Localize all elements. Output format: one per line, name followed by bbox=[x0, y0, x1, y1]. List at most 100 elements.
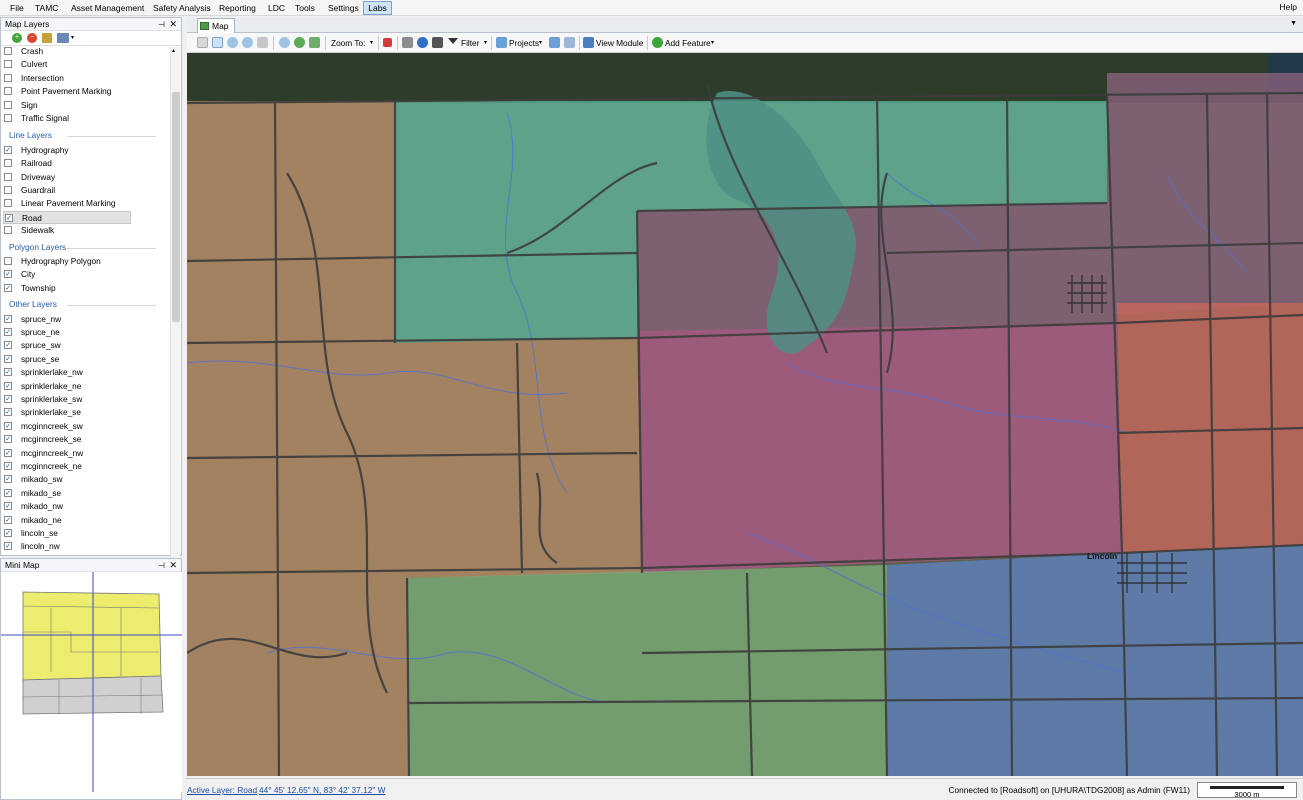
menu-settings[interactable]: Settings bbox=[326, 2, 361, 14]
layer-item-mcginncreek-ne[interactable]: ✓ mcginncreek_ne bbox=[3, 460, 131, 473]
menu-labs[interactable]: Labs bbox=[363, 1, 392, 15]
layer-item-point-pavement-marking[interactable]: Point Pavement Marking bbox=[3, 85, 131, 98]
grid-view-icon[interactable] bbox=[564, 37, 575, 48]
clear-selection-icon[interactable] bbox=[383, 38, 392, 47]
chevron-down-icon[interactable]: ▾ bbox=[711, 37, 714, 49]
layer-item-hydrography[interactable]: ✓ Hydrography bbox=[3, 144, 131, 157]
globe-icon[interactable] bbox=[294, 37, 305, 48]
layer-item-linear-pavement-marking[interactable]: Linear Pavement Marking bbox=[3, 197, 131, 210]
close-icon[interactable]: ✕ bbox=[169, 559, 177, 572]
layer-checkbox[interactable]: ✓ bbox=[4, 448, 12, 457]
layer-checkbox[interactable] bbox=[4, 199, 12, 208]
chevron-down-icon[interactable]: ▼ bbox=[1290, 20, 1297, 27]
refresh-map-icon[interactable] bbox=[309, 37, 320, 48]
pan-hand-icon[interactable] bbox=[212, 37, 223, 48]
layer-checkbox[interactable] bbox=[4, 186, 12, 194]
polygon-layers-group[interactable]: Polygon Layers bbox=[9, 241, 164, 254]
pin-icon[interactable]: ⊣ bbox=[158, 559, 165, 572]
layer-checkbox[interactable]: ✓ bbox=[4, 488, 12, 497]
layer-item-lincoln-nw[interactable]: ✓ lincoln_nw bbox=[3, 540, 131, 553]
filter-icon[interactable] bbox=[448, 38, 458, 44]
layer-view-icon[interactable] bbox=[57, 33, 69, 43]
layer-checkbox[interactable] bbox=[4, 172, 12, 181]
other-layers-group[interactable]: Other Layers bbox=[9, 298, 164, 311]
view-module-button[interactable]: View Module bbox=[596, 37, 643, 49]
layer-checkbox[interactable] bbox=[4, 60, 12, 69]
menu-tamc[interactable]: TAMC bbox=[33, 2, 60, 14]
layer-checkbox[interactable] bbox=[4, 226, 12, 235]
view-module-icon[interactable] bbox=[583, 37, 594, 48]
layer-checkbox[interactable]: ✓ bbox=[4, 542, 12, 551]
layer-item-spruce-ne[interactable]: ✓ spruce_ne bbox=[3, 326, 131, 339]
projects-icon[interactable] bbox=[496, 37, 507, 48]
menu-reporting[interactable]: Reporting bbox=[217, 2, 258, 14]
layer-item-intersection[interactable]: Intersection bbox=[3, 72, 131, 85]
layer-checkbox[interactable]: ✓ bbox=[4, 408, 12, 417]
print-icon[interactable] bbox=[402, 37, 413, 48]
layer-item-sprinklerlake-sw[interactable]: ✓ sprinklerlake_sw bbox=[3, 393, 131, 406]
zoom-out-icon[interactable] bbox=[242, 37, 253, 48]
layer-item-spruce-sw[interactable]: ✓ spruce_sw bbox=[3, 339, 131, 352]
layer-checkbox[interactable]: ✓ bbox=[4, 421, 12, 430]
layer-checkbox[interactable]: ✓ bbox=[4, 395, 12, 403]
remove-layer-icon[interactable]: − bbox=[27, 33, 37, 43]
chevron-down-icon[interactable]: ▾ bbox=[71, 34, 74, 41]
layer-item-driveway[interactable]: Driveway bbox=[3, 171, 131, 184]
layer-item-township[interactable]: ✓ Township bbox=[3, 282, 131, 295]
scroll-up-icon[interactable]: ▴ bbox=[172, 47, 175, 54]
layer-checkbox[interactable]: ✓ bbox=[4, 381, 12, 390]
zoom-to-dropdown[interactable]: Zoom To: bbox=[331, 37, 365, 49]
layer-item-road[interactable]: ✓ Road bbox=[3, 210, 131, 224]
pin-icon[interactable]: ⊣ bbox=[158, 18, 165, 31]
menu-file[interactable]: File bbox=[8, 2, 26, 14]
scroll-thumb[interactable] bbox=[172, 92, 180, 322]
layer-checkbox[interactable]: ✓ bbox=[5, 213, 13, 222]
layer-item-spruce-nw[interactable]: ✓ spruce_nw bbox=[3, 313, 131, 326]
layer-item-mcginncreek-nw[interactable]: ✓ mcginncreek_nw bbox=[3, 447, 131, 460]
layer-item-hydrography-polygon[interactable]: Hydrography Polygon bbox=[3, 255, 131, 268]
layer-checkbox[interactable] bbox=[4, 87, 12, 96]
map-canvas[interactable]: Lincoln bbox=[187, 53, 1303, 776]
menu-asset-management[interactable]: Asset Management bbox=[69, 2, 146, 14]
add-feature-icon[interactable] bbox=[652, 37, 663, 48]
zoom-extent-icon[interactable] bbox=[279, 37, 290, 48]
layer-checkbox[interactable]: ✓ bbox=[4, 502, 12, 511]
layer-item-sprinklerlake-ne[interactable]: ✓ sprinklerlake_ne bbox=[3, 380, 131, 393]
layer-item-mikado-ne[interactable]: ✓ mikado_ne bbox=[3, 514, 131, 527]
menu-help[interactable]: Help bbox=[1280, 2, 1297, 12]
layer-checkbox[interactable]: ✓ bbox=[4, 283, 12, 292]
menu-ldc[interactable]: LDC bbox=[266, 2, 287, 14]
layer-checkbox[interactable]: ✓ bbox=[4, 529, 12, 537]
layer-checkbox[interactable]: ✓ bbox=[4, 270, 12, 279]
layer-list-scrollbar[interactable]: ▴ ▾ bbox=[170, 47, 180, 571]
add-layer-icon[interactable]: + bbox=[12, 33, 22, 43]
identify-icon[interactable] bbox=[257, 37, 268, 48]
layer-checkbox[interactable]: ✓ bbox=[4, 515, 12, 524]
layer-item-city[interactable]: ✓ City bbox=[3, 268, 131, 281]
layer-item-mcginncreek-se[interactable]: ✓ mcginncreek_se bbox=[3, 433, 131, 446]
tab-map[interactable]: Map bbox=[197, 18, 235, 33]
mini-map-view[interactable] bbox=[1, 572, 182, 792]
coordinates-link[interactable]: 44° 45' 12.65" N, 83° 42' 37.12" W bbox=[259, 785, 385, 795]
zoom-in-icon[interactable] bbox=[227, 37, 238, 48]
layer-item-sprinklerlake-nw[interactable]: ✓ sprinklerlake_nw bbox=[3, 366, 131, 379]
layer-item-traffic-signal[interactable]: Traffic Signal bbox=[3, 112, 131, 125]
chevron-down-icon[interactable]: ▾ bbox=[539, 37, 542, 49]
chevron-down-icon[interactable]: ▾ bbox=[484, 37, 487, 49]
table-view-icon[interactable] bbox=[549, 37, 560, 48]
layer-item-lincoln-se[interactable]: ✓ lincoln_se bbox=[3, 527, 131, 540]
active-layer-link[interactable]: Active Layer: Road bbox=[187, 785, 257, 795]
layer-item-mikado-sw[interactable]: ✓ mikado_sw bbox=[3, 473, 131, 486]
layer-item-railroad[interactable]: Railroad bbox=[3, 157, 131, 170]
layer-checkbox[interactable]: ✓ bbox=[4, 328, 12, 336]
layer-item-mikado-se[interactable]: ✓ mikado_se bbox=[3, 487, 131, 500]
layer-item-mcginncreek-sw[interactable]: ✓ mcginncreek_sw bbox=[3, 420, 131, 433]
layer-checkbox[interactable]: ✓ bbox=[4, 368, 12, 377]
select-icon[interactable] bbox=[197, 37, 208, 48]
layer-checkbox[interactable] bbox=[4, 47, 12, 55]
layer-checkbox[interactable] bbox=[4, 100, 12, 109]
layer-checkbox[interactable]: ✓ bbox=[4, 475, 12, 484]
layer-item-sidewalk[interactable]: Sidewalk bbox=[3, 224, 131, 237]
layer-checkbox[interactable]: ✓ bbox=[4, 314, 12, 323]
layer-item-culvert[interactable]: Culvert bbox=[3, 58, 131, 71]
